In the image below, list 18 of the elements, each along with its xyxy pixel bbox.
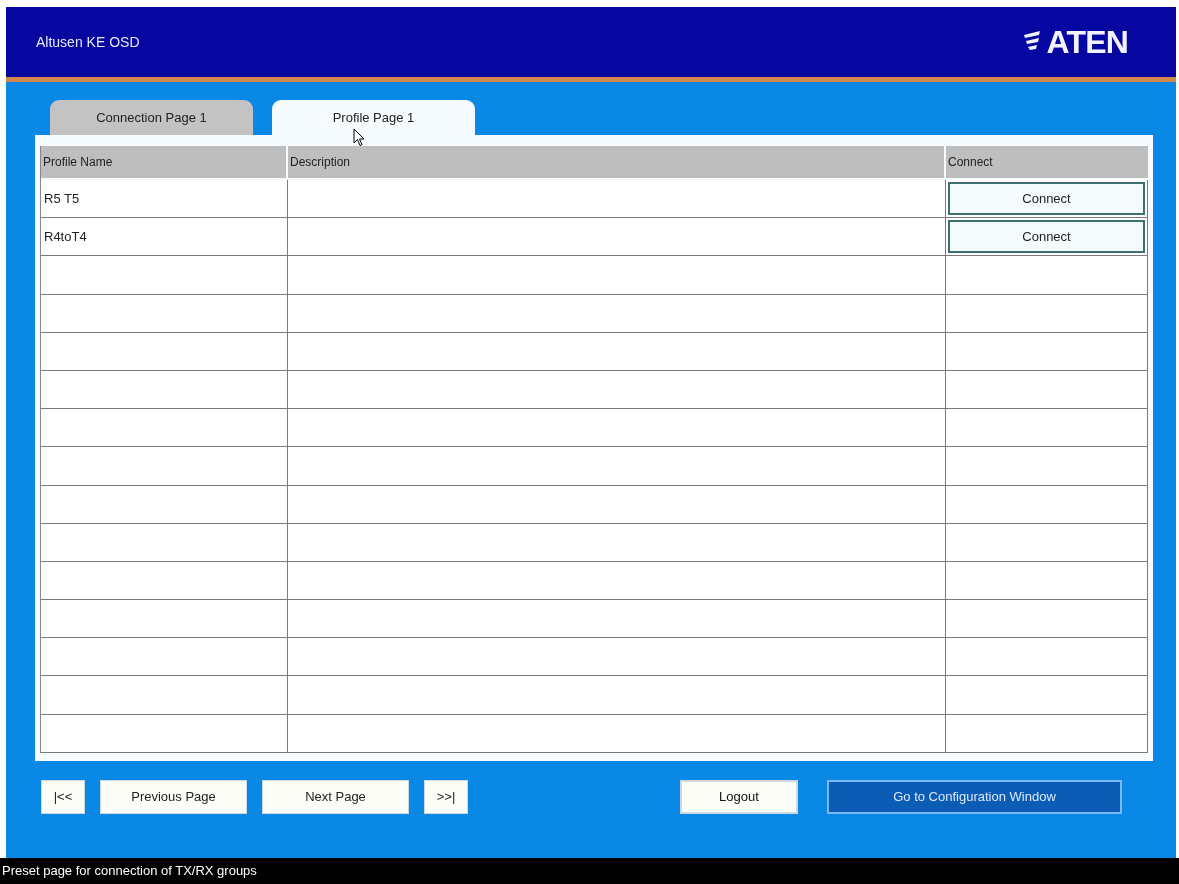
tab[interactable]: Profile Page 1 (272, 100, 475, 135)
configuration-button[interactable]: Go to Configuration Window (827, 780, 1122, 814)
brand-logo: ATEN (1046, 26, 1128, 58)
logout-button[interactable]: Logout (680, 780, 798, 814)
page-nav-button[interactable]: Next Page (262, 780, 409, 814)
connect-button[interactable]: Connect (948, 182, 1145, 216)
table-cell: R5 T5 (41, 180, 288, 219)
column-header: Profile Name (41, 146, 286, 178)
status-text: Preset page for connection of TX/RX groups (2, 862, 257, 881)
table-cell: R4toT4 (41, 218, 288, 257)
page-nav-button[interactable]: Previous Page (100, 780, 247, 814)
page-nav-button[interactable]: >>| (424, 780, 468, 814)
page-nav-button[interactable]: |<< (41, 780, 85, 814)
connect-button[interactable]: Connect (948, 220, 1145, 254)
column-header: Description (288, 146, 944, 178)
tab[interactable]: Connection Page 1 (50, 100, 253, 135)
column-header: Connect (946, 146, 1148, 178)
window-title: Altusen KE OSD (36, 32, 140, 52)
